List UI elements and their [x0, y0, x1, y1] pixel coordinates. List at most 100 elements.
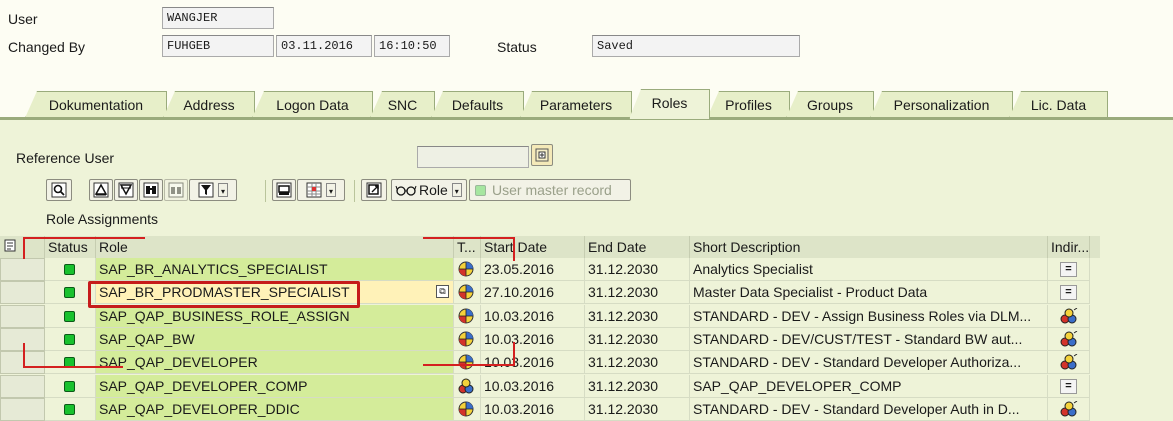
- row-selector[interactable]: [0, 375, 45, 398]
- row-selector[interactable]: [0, 281, 45, 304]
- dropdown-arrow-icon: ▾: [326, 183, 336, 197]
- column-header-indirect[interactable]: Indir...: [1048, 236, 1090, 258]
- row-selector[interactable]: [0, 398, 45, 421]
- reference-user-help-button[interactable]: [531, 144, 553, 166]
- table-row[interactable]: SAP_QAP_DEVELOPER_DDIC 10.03.2016 31.12.20…: [0, 398, 1100, 421]
- role-table-header: Status Role T... Start Date End Date Sho…: [0, 236, 1100, 258]
- role-cell[interactable]: SAP_QAP_DEVELOPER_DDIC: [96, 398, 454, 421]
- tab-label: Personalization: [893, 97, 990, 113]
- type-cell: [454, 328, 481, 351]
- end-date-cell: 31.12.2030: [585, 305, 690, 328]
- find-next-icon: [168, 182, 184, 198]
- role-name: SAP_BR_ANALYTICS_SPECIALIST: [99, 261, 328, 277]
- start-date-cell: 23.05.2016: [481, 258, 585, 281]
- tab-personalization[interactable]: Personalization: [870, 91, 1013, 118]
- tab-label: Dokumentation: [48, 97, 144, 113]
- start-date-cell: 10.03.2016: [481, 375, 585, 398]
- reference-user-input[interactable]: [417, 146, 529, 168]
- description-cell: STANDARD - DEV - Assign Business Roles v…: [690, 305, 1048, 328]
- status-cell: [45, 375, 96, 398]
- role-cell[interactable]: SAP_QAP_DEVELOPER: [96, 351, 454, 374]
- table-row[interactable]: SAP_QAP_BW 10.03.2016 31.12.2030 STANDARD -…: [0, 328, 1100, 351]
- table-row[interactable]: SAP_QAP_BUSINESS_ROLE_ASSIGN 10.03.2016 31…: [0, 305, 1100, 328]
- export-icon: [366, 182, 382, 198]
- composite-role-icon[interactable]: [1060, 353, 1078, 373]
- filter-button[interactable]: ▾: [189, 179, 237, 201]
- role-cell[interactable]: SAP_QAP_BUSINESS_ROLE_ASSIGN: [96, 305, 454, 328]
- value-help-icon: [535, 148, 549, 162]
- status-cell: [45, 305, 96, 328]
- changed-by-label: Changed By: [8, 39, 86, 55]
- row-selector[interactable]: [0, 305, 45, 328]
- type-cell: [454, 351, 481, 374]
- print-button[interactable]: [272, 179, 296, 201]
- column-header-role[interactable]: Role: [96, 236, 454, 258]
- tab-lic-data[interactable]: Lic. Data: [1009, 91, 1108, 118]
- description-cell: Analytics Specialist: [690, 258, 1048, 281]
- start-date-cell: 10.03.2016: [481, 351, 585, 374]
- sort-desc-button[interactable]: [114, 179, 138, 201]
- table-row[interactable]: SAP_QAP_DEVELOPER 10.03.2016 31.12.2030 STA…: [0, 351, 1100, 374]
- single-role-icon[interactable]: =: [1060, 285, 1077, 300]
- role-button[interactable]: Role ▾: [391, 179, 467, 201]
- single-role-icon[interactable]: =: [1060, 379, 1077, 394]
- type-cell: [454, 258, 481, 281]
- status-green-icon: [64, 264, 75, 275]
- annotation-line: [23, 237, 25, 259]
- composite-role-icon[interactable]: [1060, 330, 1078, 350]
- tab-dokumentation[interactable]: Dokumentation: [25, 91, 167, 118]
- tab-groups[interactable]: Groups: [786, 91, 874, 118]
- table-row[interactable]: SAP_BR_ANALYTICS_SPECIALIST 23.05.2016 31.…: [0, 258, 1100, 281]
- user-master-record-button[interactable]: User master record: [469, 179, 631, 201]
- role-cell[interactable]: SAP_BR_ANALYTICS_SPECIALIST: [96, 258, 454, 281]
- composite-role-icon[interactable]: [1060, 400, 1078, 420]
- column-header-type[interactable]: T...: [454, 236, 481, 258]
- tab-parameters[interactable]: Parameters: [520, 91, 632, 118]
- role-name: SAP_QAP_BUSINESS_ROLE_ASSIGN: [99, 308, 350, 324]
- end-date-cell: 31.12.2030: [585, 351, 690, 374]
- composite-role-icon[interactable]: [1060, 307, 1078, 327]
- find-next-button[interactable]: [164, 179, 188, 201]
- end-date-cell: 31.12.2030: [585, 258, 690, 281]
- find-button[interactable]: [139, 179, 163, 201]
- views-button[interactable]: ▾: [297, 179, 345, 201]
- annotation-line: [423, 237, 513, 239]
- annotation-line: [23, 343, 25, 367]
- table-settings-icon: [4, 239, 16, 252]
- end-date-cell: 31.12.2030: [585, 281, 690, 304]
- details-button[interactable]: [46, 179, 72, 201]
- status-green-icon: [64, 404, 75, 415]
- status-green-icon: [64, 311, 75, 322]
- sort-asc-button[interactable]: [89, 179, 113, 201]
- row-selector[interactable]: [0, 258, 45, 281]
- indirect-cell: [1048, 351, 1090, 374]
- column-header-start-date[interactable]: Start Date: [481, 236, 585, 258]
- tab-roles[interactable]: Roles: [629, 89, 710, 119]
- column-header-status[interactable]: Status: [45, 236, 96, 258]
- tab-profiles[interactable]: Profiles: [707, 91, 790, 118]
- status-cell: [45, 398, 96, 421]
- value-help-icon[interactable]: ⧉: [436, 285, 449, 298]
- description-cell: STANDARD - DEV - Standard Developer Auth…: [690, 398, 1048, 421]
- single-role-icon[interactable]: =: [1060, 262, 1077, 277]
- globe-icon: [458, 284, 474, 300]
- indirect-cell: [1048, 398, 1090, 421]
- column-header-description[interactable]: Short Description: [690, 236, 1048, 258]
- tab-snc[interactable]: SNC: [370, 91, 435, 118]
- column-header-end-date[interactable]: End Date: [585, 236, 690, 258]
- status-cell: [45, 258, 96, 281]
- export-button[interactable]: [361, 179, 387, 201]
- role-cell[interactable]: SAP_QAP_BW: [96, 328, 454, 351]
- role-cell[interactable]: SAP_QAP_DEVELOPER_COMP: [96, 375, 454, 398]
- start-date-cell: 10.03.2016: [481, 398, 585, 421]
- glasses-icon: [395, 185, 417, 196]
- tab-defaults[interactable]: Defaults: [431, 91, 524, 118]
- role-name: SAP_QAP_DEVELOPER_DDIC: [99, 401, 300, 417]
- tab-logon-data[interactable]: Logon Data: [252, 91, 373, 118]
- table-row[interactable]: SAP_QAP_DEVELOPER_COMP 10.03.2016 31.12.20…: [0, 375, 1100, 398]
- status-green-icon: [64, 381, 75, 392]
- tab-address[interactable]: Address: [163, 91, 255, 118]
- highlight-box: [88, 281, 360, 308]
- changed-by-field: FUHGEB: [162, 35, 274, 57]
- indirect-cell: [1048, 328, 1090, 351]
